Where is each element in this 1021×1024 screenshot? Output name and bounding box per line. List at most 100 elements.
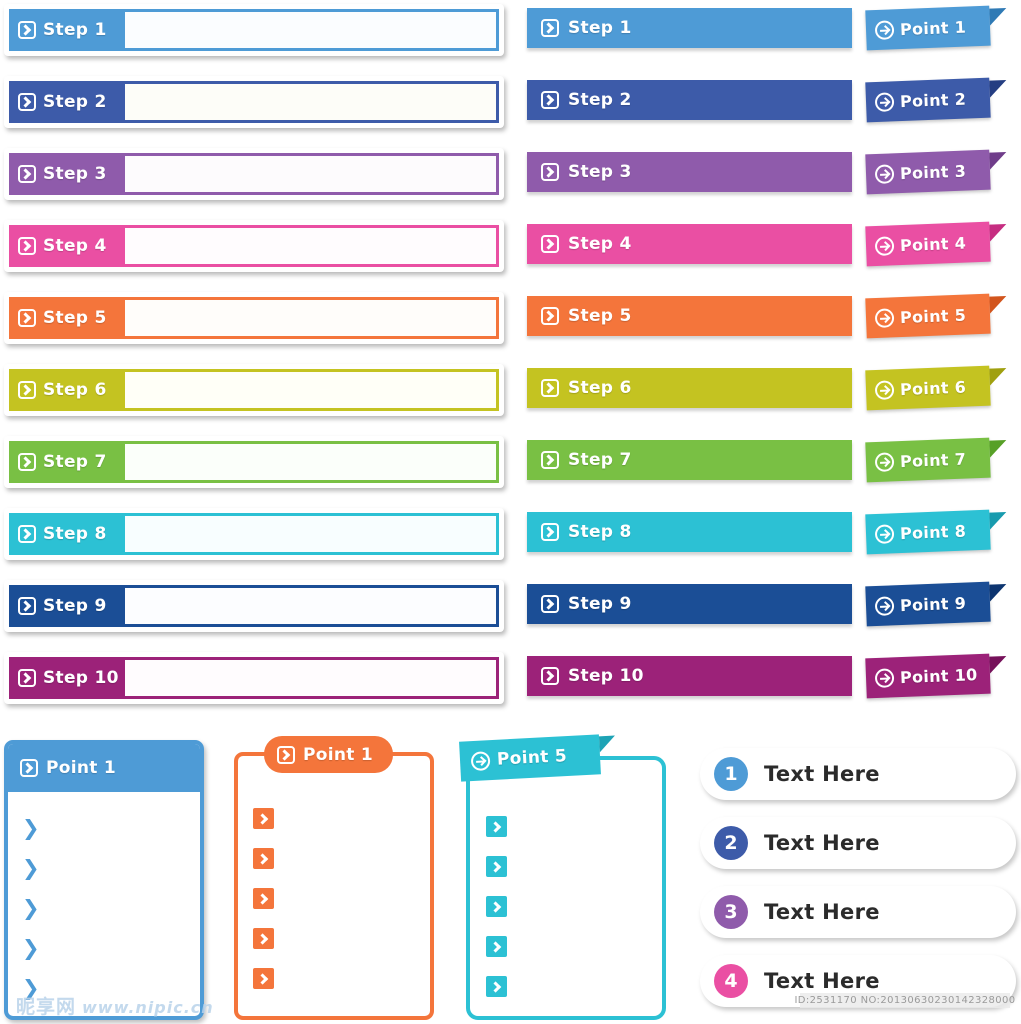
step-label: Step 8 <box>568 522 632 542</box>
step-badge: Step 2 <box>9 81 122 123</box>
list-item-bullet[interactable] <box>253 968 274 989</box>
step-text-field[interactable] <box>122 300 496 336</box>
step-bar-frame: Step 2 <box>9 81 499 123</box>
step-bar-solid[interactable]: Step 3 <box>527 152 852 192</box>
step-bar-outlined[interactable]: Step 8 <box>4 508 504 560</box>
step-bar-solid[interactable]: Step 5 <box>527 296 852 336</box>
list-item-bullet[interactable] <box>253 848 274 869</box>
arrow-right-circle-icon <box>874 307 895 328</box>
ribbon-fold-icon <box>989 223 1007 242</box>
list-item-bullet[interactable] <box>253 808 274 829</box>
pill-number-badge: 1 <box>714 757 748 791</box>
chevron-box-icon <box>541 379 559 397</box>
step-bar-outlined[interactable]: Step 2 <box>4 76 504 128</box>
list-item-bullet[interactable] <box>486 816 507 837</box>
point-ribbon[interactable]: Point 2 <box>865 77 1007 123</box>
pill-number-badge: 3 <box>714 895 748 929</box>
list-item-bullet[interactable] <box>253 888 274 909</box>
point-ribbon[interactable]: Point 5 <box>865 293 1007 339</box>
point-ribbon[interactable]: Point 6 <box>865 365 1007 411</box>
step-label: Step 6 <box>568 378 632 398</box>
step-label: Step 5 <box>43 308 107 328</box>
point-ribbon[interactable]: Point 3 <box>865 149 1007 195</box>
step-bar-outlined[interactable]: Step 3 <box>4 148 504 200</box>
list-item-bullet[interactable]: ❯ <box>22 858 200 898</box>
card-point-5-teal[interactable]: Point 5 <box>459 734 666 1020</box>
point-ribbon[interactable]: Point 4 <box>865 221 1007 267</box>
step-bar-outlined[interactable]: Step 4 <box>4 220 504 272</box>
step-bar-outlined[interactable]: Step 10 <box>4 652 504 704</box>
watermark-brand: 昵享网 www.nipic.cn <box>16 992 214 1019</box>
card-point-1-blue[interactable]: Point 1 ❯ ❯ ❯ ❯ ❯ <box>4 740 204 1020</box>
chevron-box-icon <box>18 93 36 111</box>
step-bar-solid[interactable]: Step 1 <box>527 8 852 48</box>
step-bar-solid[interactable]: Step 6 <box>527 368 852 408</box>
point-ribbon[interactable]: Point 10 <box>865 653 1007 699</box>
chevron-box-icon <box>20 759 38 777</box>
step-text-field[interactable] <box>122 660 496 696</box>
numbered-pill[interactable]: 3 Text Here <box>700 886 1016 938</box>
chevron-box-icon <box>18 381 36 399</box>
step-bar-outlined[interactable]: Step 9 <box>4 580 504 632</box>
list-item-bullet[interactable] <box>486 976 507 997</box>
step-label: Step 8 <box>43 524 107 544</box>
step-bar-outlined[interactable]: Step 6 <box>4 364 504 416</box>
point-ribbon[interactable]: Point 1 <box>865 5 1007 51</box>
step-bar-frame: Step 1 <box>9 9 499 51</box>
point-label: Point 4 <box>899 233 967 255</box>
step-bar-outlined[interactable]: Step 5 <box>4 292 504 344</box>
step-bar-solid[interactable]: Step 2 <box>527 80 852 120</box>
step-bar-solid[interactable]: Step 10 <box>527 656 852 696</box>
step-bar-solid[interactable]: Step 4 <box>527 224 852 264</box>
card-point-1-orange[interactable]: Point 1 <box>234 736 434 1020</box>
card-orange-tab: Point 1 <box>264 736 394 773</box>
step-text-field[interactable] <box>122 516 496 552</box>
numbered-pill[interactable]: 2 Text Here <box>700 817 1016 869</box>
step-bar-solid[interactable]: Step 9 <box>527 584 852 624</box>
step-text-field[interactable] <box>122 444 496 480</box>
pill-label: Text Here <box>764 969 880 993</box>
step-bar-frame: Step 4 <box>9 225 499 267</box>
point-ribbon-wrap: Point 7 <box>865 436 1016 486</box>
step-label: Step 2 <box>43 92 107 112</box>
point-ribbon[interactable]: Point 8 <box>865 509 1007 555</box>
numbered-pill[interactable]: 1 Text Here <box>700 748 1016 800</box>
card-teal-title: Point 5 <box>496 746 568 770</box>
point-ribbons-column: Point 1 Point 2 Point 3 Point 4 Point 5 Point… <box>865 4 1016 724</box>
step-text-field[interactable] <box>122 84 496 120</box>
step-text-field[interactable] <box>122 228 496 264</box>
step-badge: Step 1 <box>9 9 122 51</box>
list-item-bullet[interactable] <box>486 896 507 917</box>
list-item-bullet[interactable]: ❯ <box>22 898 200 938</box>
step-bar-solid[interactable]: Step 7 <box>527 440 852 480</box>
chevron-box-icon <box>541 523 559 541</box>
step-text-field[interactable] <box>122 156 496 192</box>
step-bar-frame: Step 9 <box>9 585 499 627</box>
list-item-bullet[interactable] <box>486 936 507 957</box>
step-text-field[interactable] <box>122 12 496 48</box>
step-bar-outlined[interactable]: Step 7 <box>4 436 504 488</box>
point-ribbon-wrap: Point 10 <box>865 652 1016 702</box>
step-text-field[interactable] <box>122 588 496 624</box>
step-text-field[interactable] <box>122 372 496 408</box>
step-label: Step 2 <box>568 90 632 110</box>
point-ribbon-wrap: Point 3 <box>865 148 1016 198</box>
chevron-box-icon <box>18 669 36 687</box>
step-bar-outlined[interactable]: Step 1 <box>4 4 504 56</box>
arrow-right-circle-icon <box>874 595 895 616</box>
step-bar-solid[interactable]: Step 8 <box>527 512 852 552</box>
step-badge: Step 8 <box>9 513 122 555</box>
point-ribbon[interactable]: Point 7 <box>865 437 1007 483</box>
list-item-bullet[interactable]: ❯ <box>22 818 200 858</box>
chevron-box-icon <box>541 595 559 613</box>
chevron-box-icon <box>277 745 295 764</box>
list-item-bullet[interactable] <box>486 856 507 877</box>
arrow-right-circle-icon <box>874 235 895 256</box>
arrow-right-circle-icon <box>874 91 895 112</box>
point-ribbon[interactable]: Point 9 <box>865 581 1007 627</box>
step-label: Step 3 <box>43 164 107 184</box>
card-blue-body: ❯ ❯ ❯ ❯ ❯ <box>8 792 200 1016</box>
chevron-box-icon <box>18 309 36 327</box>
list-item-bullet[interactable] <box>253 928 274 949</box>
list-item-bullet[interactable]: ❯ <box>22 938 200 978</box>
